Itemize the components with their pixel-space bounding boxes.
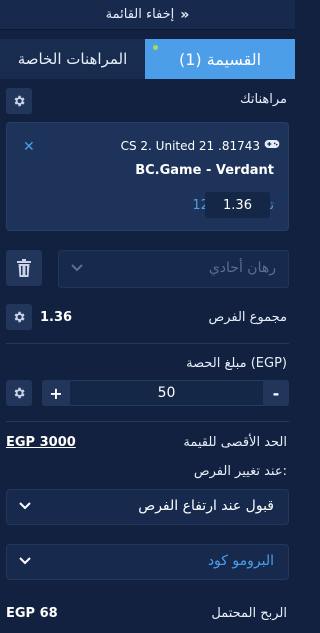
tab-bet-slip[interactable]: القسيمة (1)	[145, 39, 295, 79]
tab-bet-slip-label: القسيمة (1)	[178, 49, 262, 69]
event-name: CS 2. United 21 .81743	[120, 139, 260, 153]
divider	[6, 343, 289, 344]
gear-icon	[14, 95, 25, 107]
clear-bets-button[interactable]	[6, 250, 42, 286]
gamepad-icon	[264, 138, 280, 154]
divider	[6, 421, 289, 422]
stake-increase-button[interactable]: +	[42, 380, 70, 406]
stake-input[interactable]: 50	[70, 380, 263, 406]
hide-sidebar-label: إخفاء القائمة	[105, 7, 175, 22]
my-bets-settings-button[interactable]	[6, 88, 32, 114]
notification-dot	[153, 45, 158, 50]
tab-private-bets[interactable]: المراهنات الخاصة	[0, 39, 145, 79]
stake-label: مبلغ الحصة (EGP)	[186, 356, 287, 371]
stake-settings-button[interactable]	[6, 380, 32, 406]
bet-card: ✕ CS 2. United 21 .81743 BC.Game - Verda…	[6, 122, 289, 231]
my-bets-label: مراهناتك	[239, 92, 287, 107]
total-odds-value: 1.36	[40, 310, 73, 325]
max-value[interactable]: EGP 3000	[6, 435, 76, 450]
total-odds-label: مجموع الفرص	[208, 310, 287, 325]
hide-sidebar-button[interactable]: إخفاء القائمة »	[0, 0, 295, 30]
market-name: BC.Game - Verdant	[135, 163, 274, 178]
potential-win-value: EGP 68	[6, 606, 58, 621]
promo-code-label: البرومو كود	[207, 553, 274, 569]
promo-code-dropdown[interactable]: البرومو كود	[6, 544, 289, 580]
odds-change-dropdown[interactable]: قبول عند ارتفاع الفرص	[6, 489, 289, 525]
double-chevron-icon: »	[180, 6, 190, 23]
max-value-label: الحد الأقصى للقيمة	[183, 435, 287, 450]
odds-change-value: قبول عند ارتفاع الفرص	[138, 498, 274, 514]
stake-decrease-button[interactable]: -	[263, 380, 289, 406]
gear-icon	[14, 387, 25, 399]
tab-bar: المراهنات الخاصة القسيمة (1)	[0, 39, 295, 79]
chevron-down-icon	[19, 499, 31, 513]
potential-win-label: الربح المحتمل	[211, 606, 287, 621]
tab-private-bets-label: المراهنات الخاصة	[17, 50, 128, 68]
trash-icon	[17, 259, 31, 277]
close-icon[interactable]: ✕	[23, 139, 35, 155]
bet-type-dropdown[interactable]: رهان أحادي	[58, 250, 289, 288]
bet-type-value: رهان أحادي	[208, 260, 276, 276]
odds-settings-button[interactable]	[6, 304, 32, 330]
chevron-down-icon	[71, 261, 83, 275]
chevron-down-icon	[19, 554, 31, 568]
bet-odds: 1.36	[205, 192, 270, 218]
odds-change-label: عند تغيير الفرص:	[193, 464, 287, 479]
gear-icon	[14, 311, 25, 323]
